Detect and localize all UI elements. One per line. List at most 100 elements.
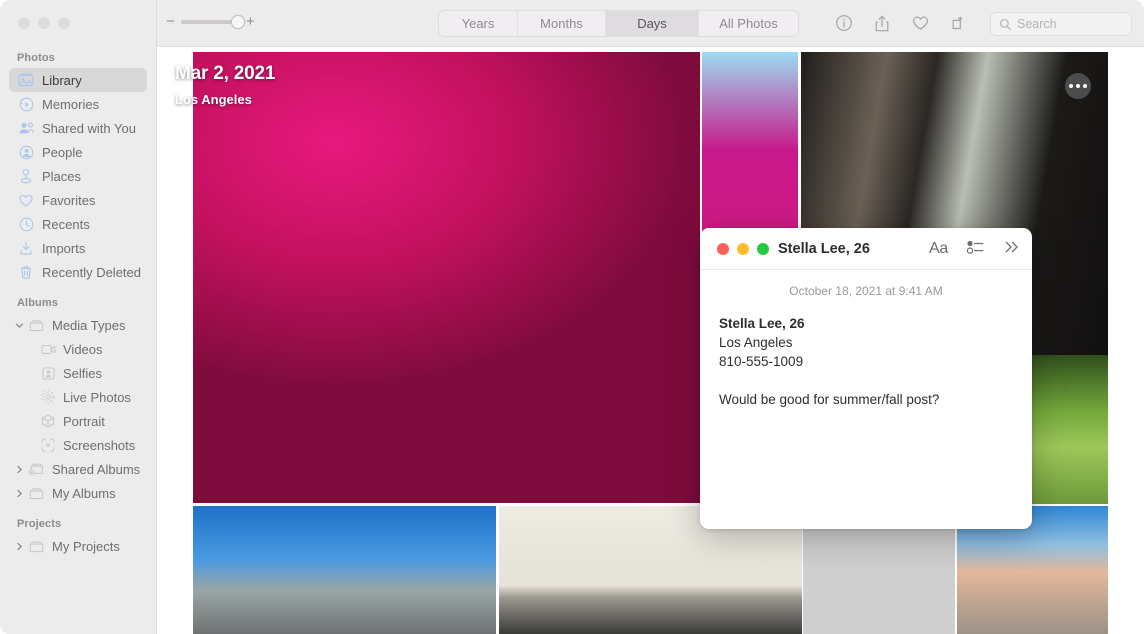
- note-title: Stella Lee, 26: [778, 241, 870, 257]
- note-zoom-button[interactable]: [757, 243, 769, 255]
- info-icon[interactable]: [825, 8, 863, 38]
- sidebar-item-media-types[interactable]: Media Types: [9, 313, 147, 337]
- sidebar-item-label: Memories: [42, 96, 100, 112]
- note-line: Stella Lee, 26: [719, 316, 805, 331]
- close-button[interactable]: [18, 17, 30, 29]
- folder-icon: [27, 485, 45, 501]
- view-mode-segmented-control[interactable]: Years Months Days All Photos: [438, 10, 799, 37]
- search-field[interactable]: Search: [990, 12, 1132, 36]
- tab-all-photos[interactable]: All Photos: [699, 11, 798, 36]
- zoom-slider[interactable]: − +: [166, 14, 255, 29]
- photo-bougainvillea-portrait[interactable]: [193, 52, 700, 503]
- sidebar-item-label: Recents: [42, 216, 90, 232]
- sidebar-item-recently-deleted[interactable]: Recently Deleted: [9, 260, 147, 284]
- note-blank-line: [719, 371, 1013, 390]
- sidebar-item-label: Shared with You: [42, 120, 136, 136]
- photos-window: Photos Library Memories Shared with You Peop…: [0, 0, 1144, 634]
- sidebar-section-header-projects: Projects: [17, 518, 62, 530]
- tab-years[interactable]: Years: [439, 11, 518, 36]
- sidebar-item-label: Library: [42, 72, 82, 88]
- search-icon: [999, 18, 1012, 30]
- rotate-icon[interactable]: [939, 8, 977, 38]
- note-line: Would be good for summer/fall post?: [719, 392, 940, 407]
- favorites-icon: [17, 192, 35, 208]
- note-close-button[interactable]: [717, 243, 729, 255]
- sidebar-item-label: Imports: [42, 240, 86, 256]
- sidebar-item-label: Selfies: [63, 365, 103, 381]
- sidebar-item-recents[interactable]: Recents: [9, 212, 147, 236]
- sidebar-item-label: People: [42, 144, 83, 160]
- imports-icon: [17, 240, 35, 256]
- note-titlebar: Stella Lee, 26 Aa: [700, 228, 1032, 270]
- tab-months[interactable]: Months: [518, 11, 606, 36]
- sidebar-item-label: Screenshots: [63, 437, 136, 453]
- sidebar-item-videos[interactable]: Videos: [9, 337, 147, 361]
- zoom-out-icon[interactable]: −: [166, 14, 175, 29]
- window-traffic-lights[interactable]: [18, 17, 70, 29]
- note-text[interactable]: Stella Lee, 26 Los Angeles 810-555-1009 Wou…: [719, 314, 1013, 409]
- places-icon: [17, 168, 35, 184]
- note-line: 810-555-1009: [719, 354, 804, 369]
- sidebar-item-library[interactable]: Library: [9, 68, 147, 92]
- sidebar-item-my-albums[interactable]: My Albums: [9, 481, 147, 505]
- sidebar-item-places[interactable]: Places: [9, 164, 147, 188]
- zoom-in-icon[interactable]: +: [246, 14, 255, 29]
- chevron-right-icon[interactable]: [13, 489, 26, 498]
- note-traffic-lights[interactable]: [717, 243, 769, 255]
- sidebar-item-my-projects[interactable]: My Projects: [9, 534, 147, 558]
- chevron-double-right-icon[interactable]: [1003, 240, 1020, 259]
- sidebar-item-live-photos[interactable]: Live Photos: [9, 385, 147, 409]
- search-placeholder: Search: [1017, 17, 1057, 31]
- photo-bridge-walkway[interactable]: [193, 506, 496, 634]
- sidebar-item-label: Videos: [63, 341, 103, 357]
- sidebar: Photos Library Memories Shared with You Peop…: [0, 0, 157, 634]
- sidebar-item-people[interactable]: People: [9, 140, 147, 164]
- sidebar-item-label: Portrait: [63, 413, 105, 429]
- more-options-button[interactable]: [1065, 73, 1091, 99]
- sidebar-item-shared-albums[interactable]: Shared Albums: [9, 457, 147, 481]
- zoom-button[interactable]: [58, 17, 70, 29]
- sidebar-item-screenshots[interactable]: Screenshots: [9, 433, 147, 457]
- shared-albums-icon: [27, 461, 45, 477]
- note-popup-window[interactable]: Stella Lee, 26 Aa October 18, 2021 at 9:…: [700, 228, 1032, 529]
- recents-icon: [17, 216, 35, 232]
- people-icon: [17, 144, 35, 160]
- sidebar-item-favorites[interactable]: Favorites: [9, 188, 147, 212]
- sidebar-item-portrait[interactable]: Portrait: [9, 409, 147, 433]
- sidebar-item-label: Media Types: [52, 317, 126, 333]
- memories-icon: [17, 96, 35, 112]
- sidebar-item-label: Favorites: [42, 192, 96, 208]
- note-minimize-button[interactable]: [737, 243, 749, 255]
- selfies-icon: [39, 365, 57, 381]
- shared-with-you-icon: [17, 120, 35, 136]
- sidebar-item-label: Shared Albums: [52, 461, 141, 477]
- sidebar-item-imports[interactable]: Imports: [9, 236, 147, 260]
- minimize-button[interactable]: [38, 17, 50, 29]
- chevron-right-icon[interactable]: [13, 465, 26, 474]
- library-icon: [17, 72, 35, 88]
- sidebar-item-memories[interactable]: Memories: [9, 92, 147, 116]
- note-format-button[interactable]: Aa: [929, 240, 948, 258]
- sidebar-item-label: Places: [42, 168, 82, 184]
- share-icon[interactable]: [863, 8, 901, 38]
- note-body[interactable]: October 18, 2021 at 9:41 AM Stella Lee, …: [700, 270, 1032, 409]
- chevron-down-icon[interactable]: [13, 321, 26, 330]
- sidebar-item-label: My Projects: [52, 538, 120, 554]
- zoom-slider-track[interactable]: [181, 14, 245, 29]
- sidebar-sections: Photos Library Memories Shared with You Peop…: [0, 52, 156, 634]
- toolbar: − + Years Months Days All Photos Search: [157, 0, 1144, 47]
- zoom-slider-knob[interactable]: [231, 14, 245, 29]
- heart-icon[interactable]: [901, 8, 939, 38]
- sidebar-item-shared-with-you[interactable]: Shared with You: [9, 116, 147, 140]
- checklist-icon[interactable]: [966, 239, 985, 260]
- folder-icon: [27, 317, 45, 333]
- chevron-right-icon[interactable]: [13, 542, 26, 551]
- folder-icon: [27, 538, 45, 554]
- photo-garden-green[interactable]: [1032, 355, 1108, 504]
- sidebar-item-label: Recently Deleted: [42, 264, 141, 280]
- tab-days[interactable]: Days: [606, 11, 699, 36]
- sidebar-item-label: My Albums: [52, 485, 116, 501]
- note-line: Los Angeles: [719, 335, 793, 350]
- trash-icon: [17, 264, 35, 280]
- sidebar-item-selfies[interactable]: Selfies: [9, 361, 147, 385]
